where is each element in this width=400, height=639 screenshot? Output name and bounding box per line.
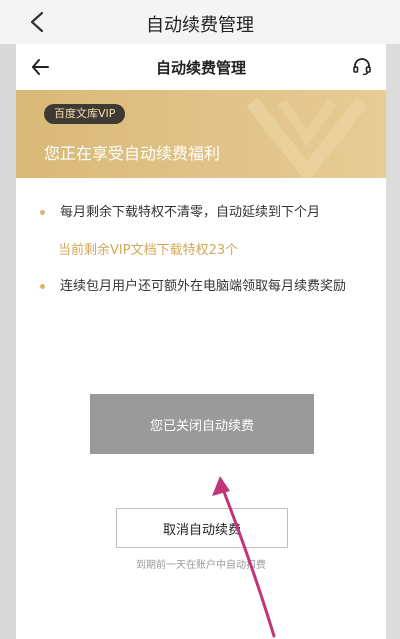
nav-bar: 自动续费管理 — [16, 44, 386, 90]
cancel-note: 到期前一天在账户中自动扣费 — [136, 560, 266, 571]
outer-app-bar: 自动续费管理 — [0, 0, 400, 45]
benefit-text: 连续包月用户还可额外在电脑端领取每月续费奖励 — [60, 279, 347, 294]
benefit-item: 连续包月用户还可额外在电脑端领取每月续费奖励 — [40, 276, 370, 298]
outer-title: 自动续费管理 — [146, 15, 254, 36]
bullet-dot — [40, 284, 45, 289]
benefit-text: 每月剩余下载特权不清零，自动延续到下个月 — [60, 205, 321, 220]
banner-message: 您正在享受自动续费福利 — [44, 144, 221, 163]
background-page-edge-left — [0, 44, 16, 639]
cancel-auto-renew-button[interactable]: 取消自动续费 — [116, 508, 288, 548]
auto-renew-off-status: 您已关闭自动续费 — [90, 394, 314, 454]
background-page-edge-right — [386, 44, 400, 639]
vip-badge: 百度文库VIP — [44, 104, 126, 124]
auto-renew-screen: 自动续费管理 百度文库VIP 您正在享受自动续费福利 每月剩余下载特权不清零，自… — [16, 44, 386, 639]
benefit-item: 每月剩余下载特权不清零，自动延续到下个月 — [40, 202, 370, 224]
remaining-download-note: 当前剩余VIP文档下载特权23个 — [58, 243, 239, 258]
vip-banner: 百度文库VIP 您正在享受自动续费福利 — [16, 90, 386, 178]
page-title: 自动续费管理 — [155, 59, 246, 77]
bullet-dot — [40, 210, 45, 215]
headset-icon[interactable] — [352, 56, 372, 76]
heart-watermark-icon — [246, 97, 368, 178]
